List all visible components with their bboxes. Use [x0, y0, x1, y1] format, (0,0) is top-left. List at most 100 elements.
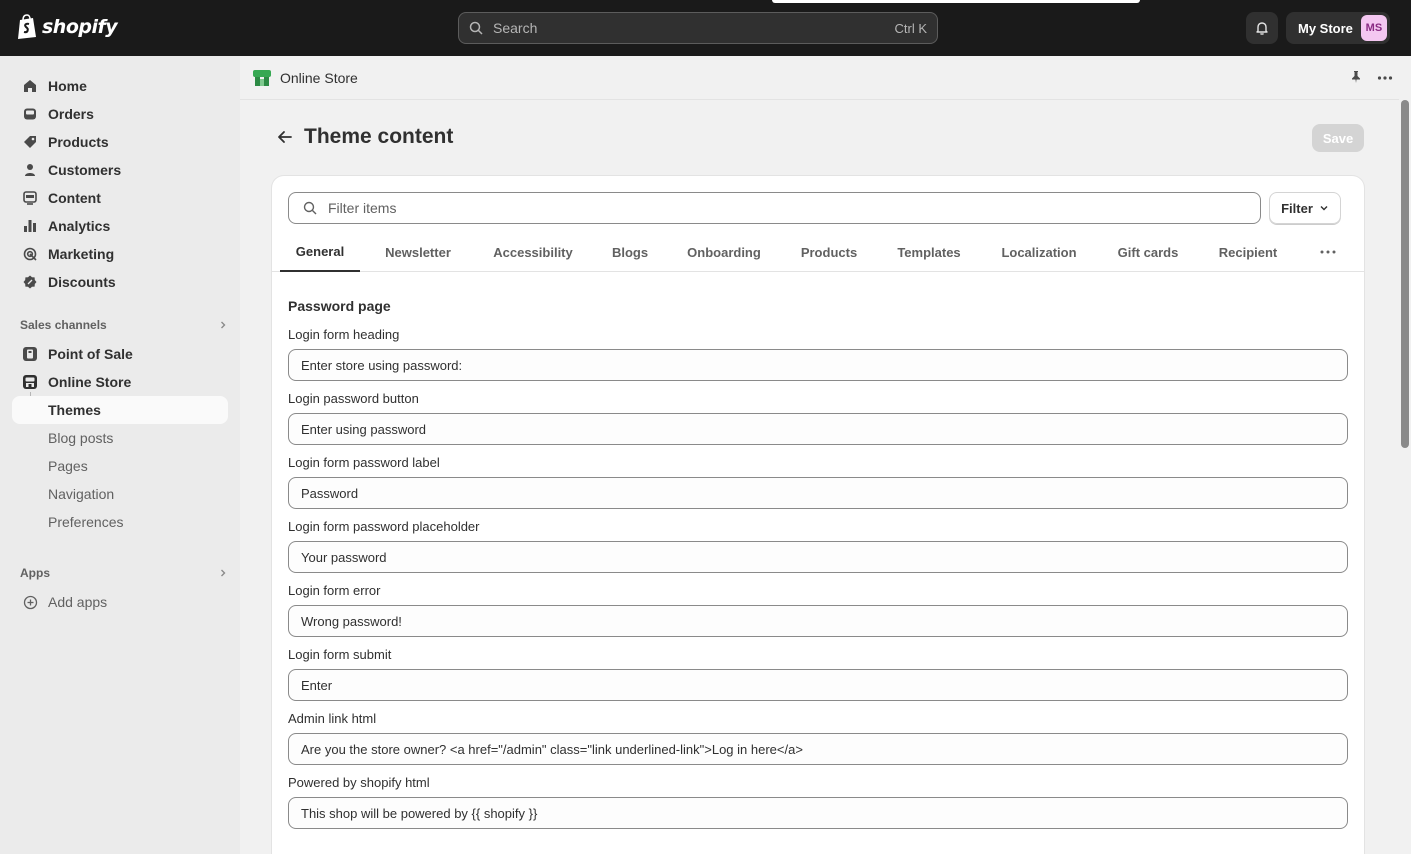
tab-onboarding[interactable]: Onboarding: [676, 232, 772, 272]
sidebar-item-orders[interactable]: Orders: [12, 100, 228, 128]
shopify-bag-icon: [18, 14, 36, 39]
sidebar-subitem-label: Navigation: [48, 486, 115, 502]
sidebar-item-products[interactable]: Products: [12, 128, 228, 156]
scrollbar-thumb[interactable]: [1401, 100, 1409, 448]
sales-channels-header[interactable]: Sales channels: [20, 318, 228, 332]
tab-newsletter[interactable]: Newsletter: [372, 232, 464, 272]
back-arrow-icon[interactable]: [276, 128, 294, 146]
brand-name: shopify: [42, 16, 118, 38]
field-label: Login form heading: [288, 327, 400, 342]
sidebar-item-marketing[interactable]: Marketing: [12, 240, 228, 268]
sidebar-item-online-store[interactable]: Online Store: [12, 368, 228, 396]
field-label: Login password button: [288, 391, 419, 406]
field-label: Login form submit: [288, 647, 392, 662]
filter-items-input[interactable]: Filter items: [288, 192, 1261, 224]
tab-recipient[interactable]: Recipient: [1206, 232, 1290, 272]
chevron-right-icon: [221, 569, 226, 577]
login-form-heading-input[interactable]: Enter store using password:: [288, 349, 1348, 381]
plus-circle-icon: [22, 594, 38, 610]
store-menu-button[interactable]: My Store MS: [1286, 12, 1390, 44]
sidebar-item-themes[interactable]: Themes: [12, 396, 228, 424]
sidebar-item-label: Customers: [48, 162, 122, 178]
avatar: MS: [1360, 15, 1387, 41]
login-form-submit-input[interactable]: Enter: [288, 669, 1348, 701]
field-label: Powered by shopify html: [288, 775, 430, 790]
notifications-button[interactable]: [1246, 12, 1278, 44]
tab-gift-cards[interactable]: Gift cards: [1106, 232, 1190, 272]
tab-accessibility[interactable]: Accessibility: [482, 232, 584, 272]
tag-icon: [22, 134, 38, 150]
page-title: Theme content: [304, 125, 454, 148]
tab-products[interactable]: Products: [788, 232, 870, 272]
discount-icon: [22, 274, 38, 290]
field-label: Login form password label: [288, 455, 440, 470]
sidebar-item-analytics[interactable]: Analytics: [12, 212, 228, 240]
person-icon: [22, 162, 38, 178]
save-button[interactable]: Save: [1312, 124, 1364, 152]
top-bar: shopify Search Ctrl K My Store MS: [0, 0, 1411, 56]
sidebar-item-label: Home: [48, 78, 87, 94]
section-title: Password page: [288, 298, 391, 314]
sidebar-item-preferences[interactable]: Preferences: [12, 508, 228, 536]
login-password-placeholder-input[interactable]: Your password: [288, 541, 1348, 573]
tab-general[interactable]: General: [280, 232, 360, 272]
sidebar-item-add-apps[interactable]: Add apps: [12, 588, 228, 616]
sidebar-item-label: Orders: [48, 106, 94, 122]
content-icon: [22, 190, 38, 206]
store-icon: [22, 374, 38, 390]
sidebar-item-blog-posts[interactable]: Blog posts: [12, 424, 228, 452]
inbox-icon: [22, 106, 38, 122]
tab-blogs[interactable]: Blogs: [600, 232, 660, 272]
chevron-down-icon: [1320, 206, 1328, 211]
tab-localization[interactable]: Localization: [990, 232, 1088, 272]
login-password-button-input[interactable]: Enter using password: [288, 413, 1348, 445]
field-label: Admin link html: [288, 711, 377, 726]
filter-placeholder: Filter items: [328, 200, 397, 216]
sidebar-subitem-label: Pages: [48, 458, 88, 474]
sidebar-subitem-label: Themes: [48, 402, 101, 418]
more-tabs-icon[interactable]: [1318, 242, 1338, 262]
more-actions-icon[interactable]: [1377, 70, 1393, 86]
tab-templates[interactable]: Templates: [886, 232, 972, 272]
app-header: Online Store: [240, 56, 1399, 100]
search-placeholder: Search: [493, 20, 538, 36]
chevron-right-icon: [221, 321, 226, 329]
store-name: My Store: [1298, 20, 1353, 36]
filter-label: Filter: [1281, 200, 1313, 216]
field-label: Login form error: [288, 583, 381, 598]
sidebar-item-content[interactable]: Content: [12, 184, 228, 212]
sidebar-subitem-label: Blog posts: [48, 430, 114, 446]
login-password-label-input[interactable]: Password: [288, 477, 1348, 509]
sidebar-subitem-label: Preferences: [48, 514, 124, 530]
powered-by-shopify-input[interactable]: This shop will be powered by {{ shopify …: [288, 797, 1348, 829]
pos-icon: [22, 346, 38, 362]
field-label: Login form password placeholder: [288, 519, 480, 534]
sidebar-item-point-of-sale[interactable]: Point of Sale: [12, 340, 228, 368]
theme-content-card: Filter items Filter General Newsletter A…: [272, 176, 1364, 854]
sidebar-item-customers[interactable]: Customers: [12, 156, 228, 184]
pin-icon[interactable]: [1349, 70, 1363, 84]
apps-header[interactable]: Apps: [20, 566, 228, 580]
sidebar-item-label: Content: [48, 190, 101, 206]
sidebar-item-label: Point of Sale: [48, 346, 133, 362]
shopify-logo[interactable]: shopify: [16, 14, 118, 40]
login-form-error-input[interactable]: Wrong password!: [288, 605, 1348, 637]
filter-button[interactable]: Filter: [1269, 192, 1341, 224]
apps-label: Apps: [20, 566, 50, 580]
online-store-icon: [253, 69, 271, 86]
top-overlay-strip: [772, 0, 1140, 3]
home-icon: [22, 78, 38, 94]
search-shortcut: Ctrl K: [894, 20, 928, 36]
search-bar[interactable]: Search Ctrl K: [458, 12, 938, 44]
sidebar-item-pages[interactable]: Pages: [12, 452, 228, 480]
sidebar-item-home[interactable]: Home: [12, 72, 228, 100]
bar-chart-icon: [22, 218, 38, 234]
search-icon: [469, 21, 483, 35]
sidebar-item-label: Add apps: [48, 594, 108, 610]
bell-icon: [1256, 22, 1268, 35]
admin-link-html-input[interactable]: Are you the store owner? <a href="/admin…: [288, 733, 1348, 765]
sidebar-item-label: Analytics: [48, 218, 111, 234]
scrollbar[interactable]: [1399, 100, 1411, 854]
sidebar-item-navigation[interactable]: Navigation: [12, 480, 228, 508]
sidebar-item-discounts[interactable]: Discounts: [12, 268, 228, 296]
